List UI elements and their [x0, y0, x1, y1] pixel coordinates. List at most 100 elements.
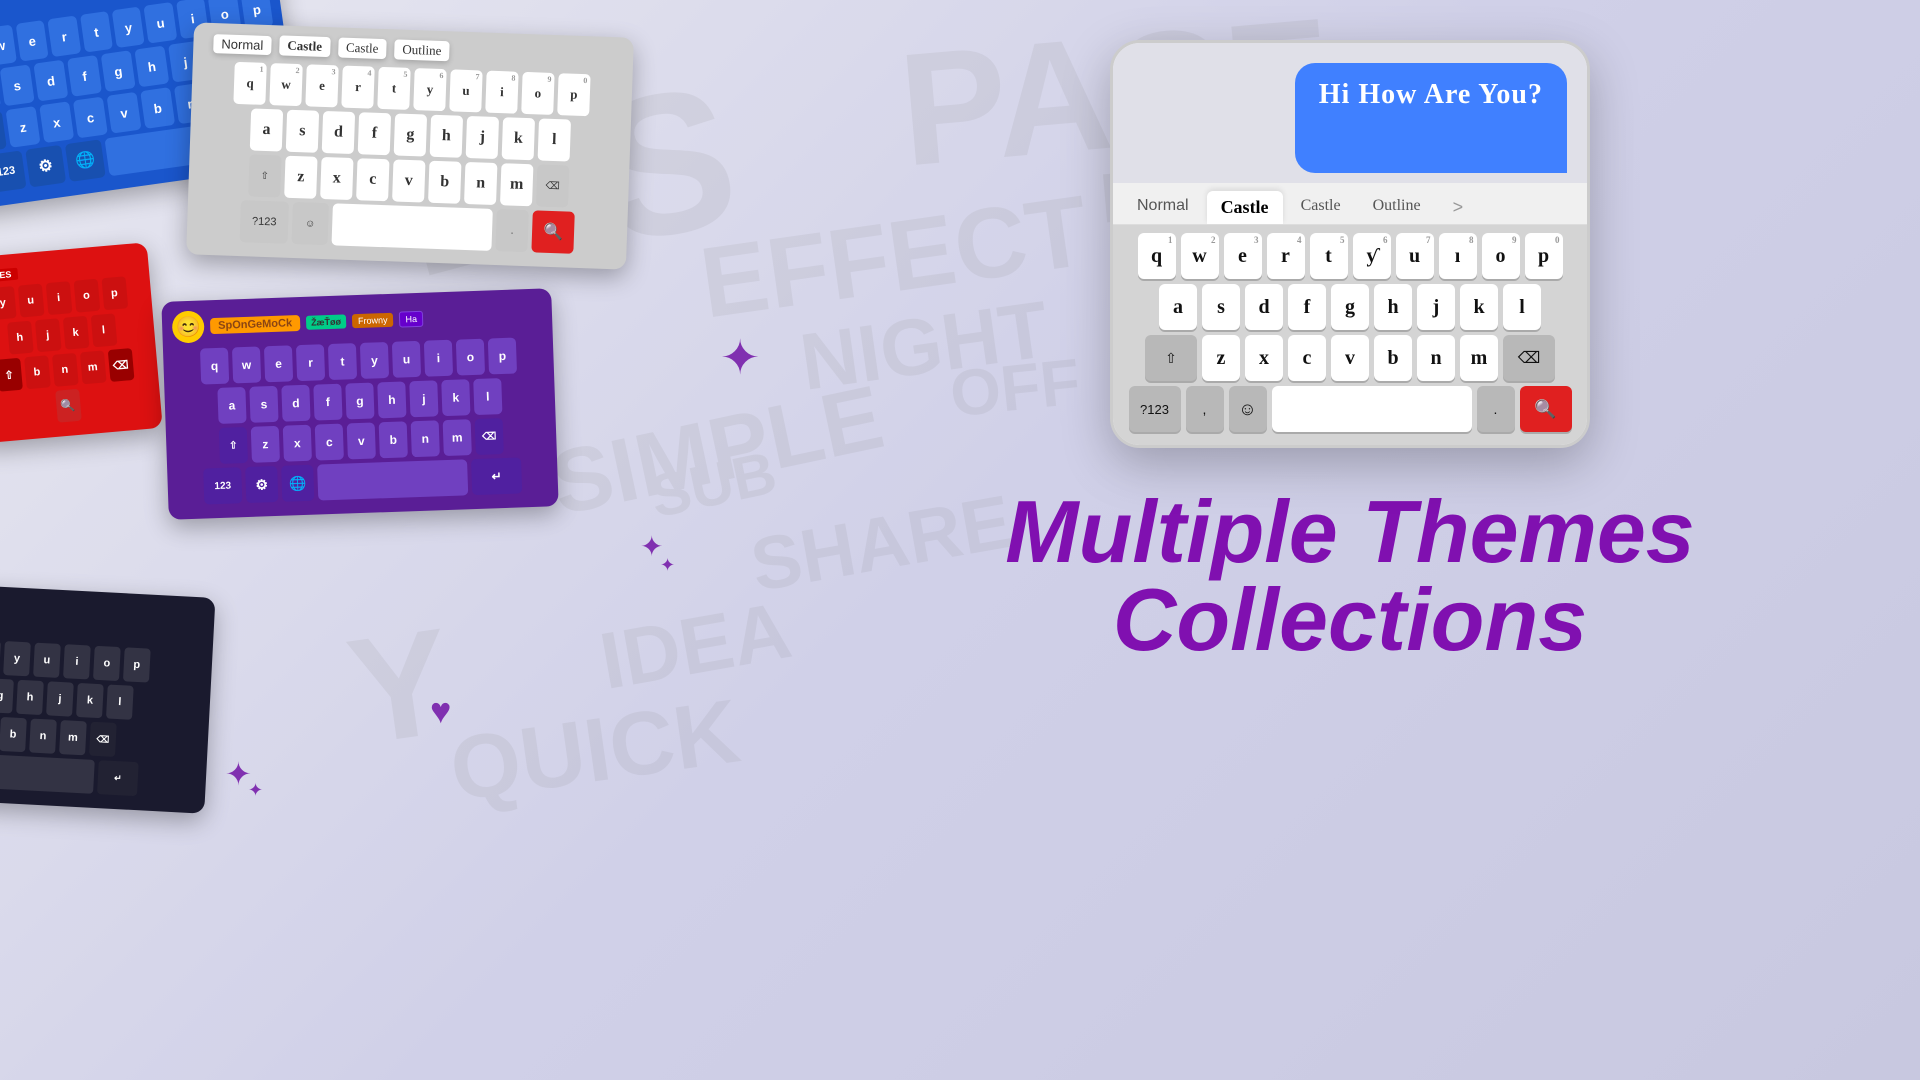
- dk-l[interactable]: l: [106, 684, 134, 719]
- wk-emoji[interactable]: ☺: [292, 202, 329, 245]
- wk-h[interactable]: h: [430, 115, 463, 158]
- dk-n[interactable]: n: [29, 719, 57, 754]
- pk-g[interactable]: g: [345, 383, 374, 420]
- pk-l[interactable]: l: [473, 378, 502, 415]
- pk2-a[interactable]: a: [1159, 284, 1197, 330]
- pk-m[interactable]: m: [443, 419, 472, 456]
- rk-shift[interactable]: ⇧: [0, 358, 22, 392]
- pk-e[interactable]: e: [264, 345, 293, 382]
- pk2-i[interactable]: 8ı: [1439, 233, 1477, 279]
- wk-del[interactable]: ⌫: [536, 164, 569, 207]
- pk2-w[interactable]: 2w: [1181, 233, 1219, 279]
- rk-n[interactable]: n: [52, 353, 79, 387]
- key-v[interactable]: v: [107, 92, 142, 134]
- pk2-del[interactable]: ⌫: [1503, 335, 1555, 381]
- wk-n[interactable]: n: [464, 162, 497, 205]
- wk-r[interactable]: r4: [341, 66, 374, 109]
- rk-u[interactable]: u: [17, 284, 44, 318]
- dk-space[interactable]: [0, 754, 95, 794]
- key-r[interactable]: r: [47, 16, 80, 58]
- pk-space[interactable]: [317, 459, 468, 500]
- key-b[interactable]: b: [140, 87, 175, 129]
- wk-shift[interactable]: ⇧: [248, 154, 281, 197]
- pk-c[interactable]: c: [315, 424, 344, 461]
- wk-w[interactable]: w2: [269, 63, 302, 106]
- wk-123[interactable]: ?123: [240, 200, 289, 244]
- key-y[interactable]: y: [112, 6, 145, 48]
- pk2-search[interactable]: 🔍: [1520, 386, 1572, 432]
- wk-s[interactable]: s: [286, 110, 319, 153]
- wk-e[interactable]: e3: [305, 64, 338, 107]
- wk-j[interactable]: j: [466, 116, 499, 159]
- rk-o[interactable]: o: [73, 279, 100, 313]
- tab-outline[interactable]: Outline: [1359, 191, 1435, 224]
- dk-o[interactable]: o: [93, 646, 121, 681]
- wk-o[interactable]: o9: [521, 72, 554, 115]
- pk2-f[interactable]: f: [1288, 284, 1326, 330]
- wk-q[interactable]: q1: [233, 62, 266, 105]
- pk-r[interactable]: r: [296, 344, 325, 381]
- wk-search[interactable]: 🔍: [531, 210, 574, 253]
- key-w[interactable]: w: [0, 25, 17, 67]
- pk2-t[interactable]: 5t: [1310, 233, 1348, 279]
- dk-y[interactable]: y: [3, 641, 31, 676]
- pk2-n[interactable]: n: [1417, 335, 1455, 381]
- pk2-x[interactable]: x: [1245, 335, 1283, 381]
- pk2-e[interactable]: 3e: [1224, 233, 1262, 279]
- pk-enter[interactable]: ↵: [471, 457, 522, 495]
- pk-d[interactable]: d: [281, 385, 310, 422]
- key-z[interactable]: z: [6, 106, 41, 148]
- pk2-m[interactable]: m: [1460, 335, 1498, 381]
- key-x[interactable]: x: [39, 101, 74, 143]
- rk-b[interactable]: b: [24, 355, 51, 389]
- pk2-space[interactable]: [1272, 386, 1472, 432]
- pk-f[interactable]: f: [313, 384, 342, 421]
- pk-a[interactable]: a: [217, 387, 246, 424]
- pk-o[interactable]: o: [456, 339, 485, 376]
- pk-h[interactable]: h: [377, 381, 406, 418]
- pk2-g[interactable]: g: [1331, 284, 1369, 330]
- rk-search[interactable]: 🔍: [55, 389, 82, 423]
- key-settings[interactable]: ⚙: [25, 145, 66, 188]
- pk-k[interactable]: k: [441, 379, 470, 416]
- wk-t[interactable]: t5: [377, 67, 410, 110]
- pk-y[interactable]: y: [360, 342, 389, 379]
- pk2-j[interactable]: j: [1417, 284, 1455, 330]
- rk-j[interactable]: j: [34, 318, 61, 352]
- dk-enter[interactable]: ↵: [97, 760, 139, 796]
- key-g[interactable]: g: [101, 50, 136, 92]
- pk2-123[interactable]: ?123: [1129, 386, 1181, 432]
- pk-v[interactable]: v: [347, 422, 376, 459]
- pk-u[interactable]: u: [392, 341, 421, 378]
- tab-more[interactable]: >: [1439, 191, 1478, 224]
- wk-c[interactable]: c: [356, 158, 389, 201]
- wk-m[interactable]: m: [500, 163, 533, 206]
- pk-z[interactable]: z: [251, 426, 280, 463]
- pk2-o[interactable]: 9o: [1482, 233, 1520, 279]
- tab-castle-gothic[interactable]: Castle: [1207, 191, 1283, 224]
- pk2-p[interactable]: 0p: [1525, 233, 1563, 279]
- tab-normal[interactable]: Normal: [1123, 191, 1203, 224]
- pk2-y[interactable]: 6ƴ: [1353, 233, 1391, 279]
- rk-m[interactable]: m: [79, 350, 106, 384]
- wk-f[interactable]: f: [358, 112, 391, 155]
- wk-i[interactable]: i8: [485, 71, 518, 114]
- wk-p[interactable]: p0: [557, 73, 590, 116]
- dk-i[interactable]: i: [63, 644, 91, 679]
- rk-y[interactable]: y: [0, 286, 16, 320]
- pk2-emoji[interactable]: ☺: [1229, 386, 1267, 432]
- pk-t[interactable]: t: [328, 343, 357, 380]
- pk-123[interactable]: 123: [203, 467, 242, 504]
- pk-b[interactable]: b: [379, 421, 408, 458]
- rk-k[interactable]: k: [62, 316, 89, 350]
- key-123[interactable]: 123: [0, 150, 27, 193]
- pk2-d[interactable]: d: [1245, 284, 1283, 330]
- pk-j[interactable]: j: [409, 380, 438, 417]
- key-f[interactable]: f: [67, 55, 102, 97]
- dk-u[interactable]: u: [33, 643, 61, 678]
- pk-i[interactable]: i: [424, 340, 453, 377]
- wk-g[interactable]: g: [394, 113, 427, 156]
- key-t[interactable]: t: [80, 11, 113, 53]
- rk-l[interactable]: l: [90, 313, 117, 347]
- pk-p[interactable]: p: [488, 338, 517, 375]
